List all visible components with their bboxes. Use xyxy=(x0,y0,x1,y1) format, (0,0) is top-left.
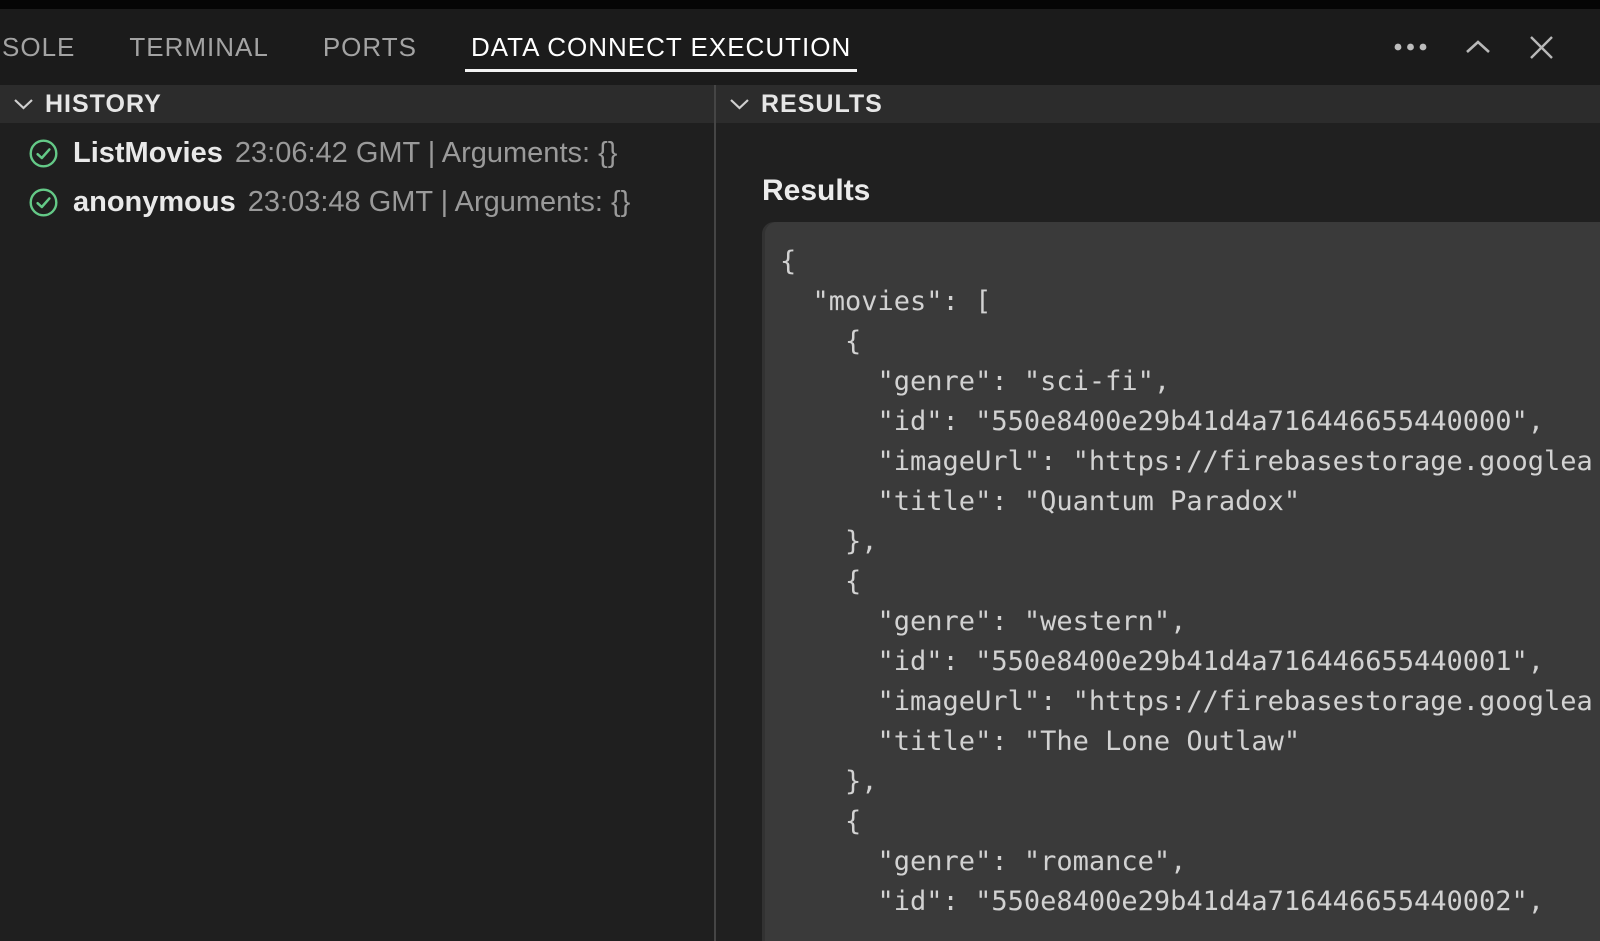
bottom-panel-window: SOLE TERMINAL PORTS DATA CONNECT EXECUTI… xyxy=(0,0,1600,941)
history-panel: HISTORY ListMovies 23:06:42 GMT | Argume… xyxy=(0,85,714,941)
close-panel-button[interactable] xyxy=(1529,35,1554,60)
tab-terminal[interactable]: TERMINAL xyxy=(129,32,268,62)
results-body: Results { "movies": [ { "genre": "sci-fi… xyxy=(716,123,1600,941)
chevron-up-icon xyxy=(1465,40,1491,54)
history-item-meta: 23:03:48 GMT | Arguments: {} xyxy=(248,186,631,219)
tab-ports[interactable]: PORTS xyxy=(323,32,417,62)
chevron-down-icon xyxy=(729,98,750,110)
tab-data-connect-execution[interactable]: DATA CONNECT EXECUTION xyxy=(471,32,851,62)
close-icon xyxy=(1529,35,1554,60)
results-panel-header[interactable]: RESULTS xyxy=(716,85,1600,123)
history-item-name: anonymous xyxy=(73,186,236,219)
results-heading: Results xyxy=(762,173,1600,209)
ellipsis-icon xyxy=(1394,43,1427,51)
panel-tab-bar: SOLE TERMINAL PORTS DATA CONNECT EXECUTI… xyxy=(0,9,1600,85)
chevron-down-icon xyxy=(13,98,34,110)
maximize-panel-button[interactable] xyxy=(1465,40,1491,54)
results-panel: RESULTS Results { "movies": [ { "genre":… xyxy=(716,85,1600,941)
check-circle-icon xyxy=(29,139,58,168)
results-json-text: { "movies": [ { "genre": "sci-fi", "id":… xyxy=(762,222,1600,922)
window-top-edge xyxy=(0,0,1600,9)
check-circle-icon xyxy=(29,188,58,217)
history-item-name: ListMovies xyxy=(73,137,223,170)
results-code-block[interactable]: { "movies": [ { "genre": "sci-fi", "id":… xyxy=(762,222,1600,941)
panel-tabs: SOLE TERMINAL PORTS DATA CONNECT EXECUTI… xyxy=(0,32,851,62)
history-item[interactable]: anonymous 23:03:48 GMT | Arguments: {} xyxy=(0,178,714,227)
history-panel-title: HISTORY xyxy=(45,90,162,119)
results-panel-title: RESULTS xyxy=(761,90,883,119)
split-panels: HISTORY ListMovies 23:06:42 GMT | Argume… xyxy=(0,85,1600,941)
history-list: ListMovies 23:06:42 GMT | Arguments: {} … xyxy=(0,123,714,227)
history-item-meta: 23:06:42 GMT | Arguments: {} xyxy=(235,137,618,170)
tab-console[interactable]: SOLE xyxy=(2,32,75,62)
more-actions-button[interactable] xyxy=(1394,43,1427,51)
panel-actions xyxy=(1394,35,1600,60)
history-panel-header[interactable]: HISTORY xyxy=(0,85,714,123)
history-item[interactable]: ListMovies 23:06:42 GMT | Arguments: {} xyxy=(0,129,714,178)
